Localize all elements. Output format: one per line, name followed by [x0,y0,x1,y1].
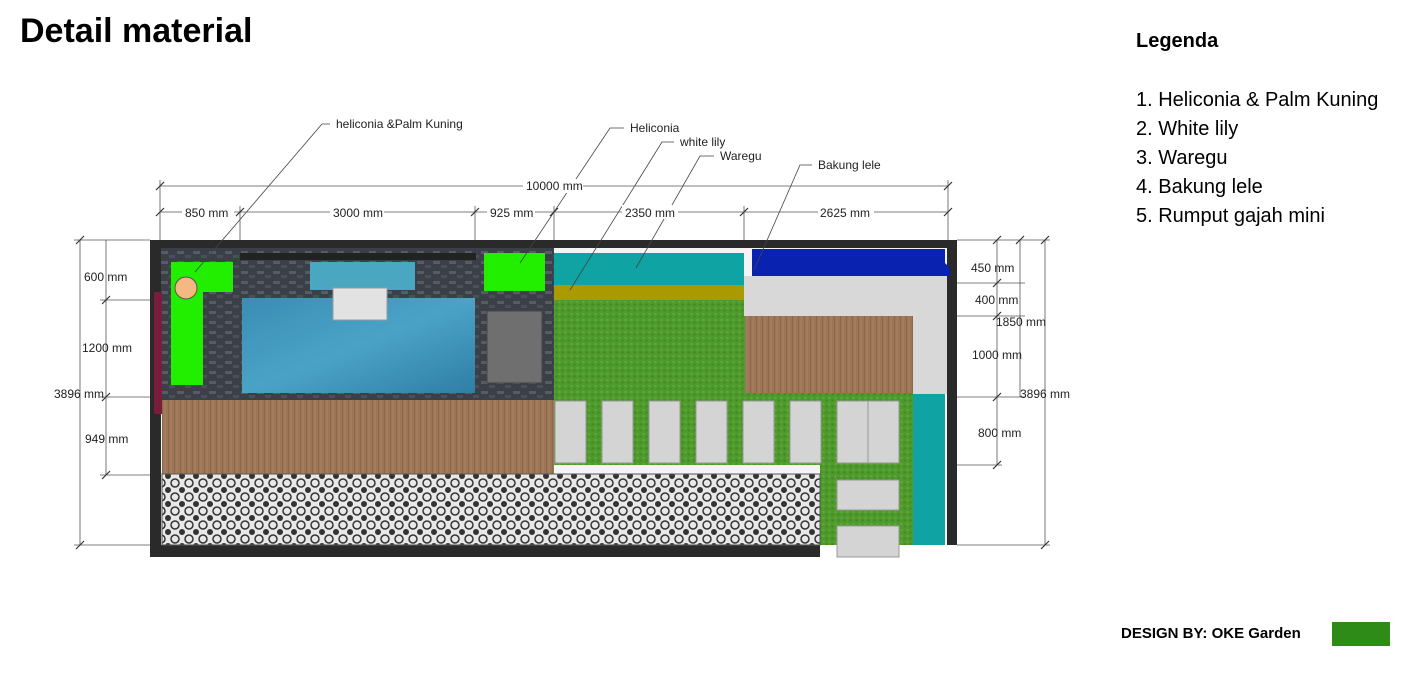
callout-bakung-lele: Bakung lele [818,158,881,172]
stepping-stone [836,479,900,511]
dim-right-1850: 1850 mm [996,315,1046,329]
site-wall-bottom [150,545,820,557]
pond-upper [310,262,415,290]
dim-top-925: 925 mm [490,206,533,220]
heliconia-planter-right [484,253,545,291]
white-lily-bed [554,253,744,285]
dim-top-3000: 3000 mm [333,206,383,220]
callout-heliconia: Heliconia [630,121,680,135]
garden-plan-drawing: heliconia &Palm Kuning Heliconia white l… [54,117,1070,558]
stepping-stone [601,400,634,464]
stone-paving-top [744,276,947,316]
stepping-stone [836,400,869,464]
pond-steps [332,287,388,321]
stone-paving-side [913,316,947,394]
dim-top-850: 850 mm [185,206,228,220]
dim-left-1200: 1200 mm [82,341,132,355]
wood-deck-right [745,316,913,393]
dim-left-949: 949 mm [85,432,128,446]
palm-kuning-marker [174,276,198,300]
stepping-stone [789,400,822,464]
dim-left-3896: 3896 mm [54,387,104,401]
dim-right-450: 450 mm [971,261,1014,275]
waregu-strip [554,285,744,300]
dim-right-3896: 3896 mm [1020,387,1070,401]
stepping-stone [742,400,775,464]
callout-white-lily: white lily [679,135,725,149]
stepping-stone [695,400,728,464]
pond-top-coping [240,253,476,260]
stepping-stone [554,400,587,464]
callout-heliconia-palm: heliconia &Palm Kuning [336,117,463,131]
stepping-stone [648,400,681,464]
callout-waregu: Waregu [720,149,762,163]
dim-top-2625: 2625 mm [820,206,870,220]
dim-right-400: 400 mm [975,293,1018,307]
door-strip [154,292,162,414]
dim-top-2350: 2350 mm [625,206,675,220]
stepping-stone [867,400,900,464]
stepping-stone [836,525,900,558]
stone-bench [486,310,543,384]
dim-left-600: 600 mm [84,270,127,284]
bakung-lele-bed [752,249,950,276]
teal-strip-right [913,394,945,545]
patterned-tile-area [161,473,821,546]
dim-right-1000: 1000 mm [972,348,1022,362]
wood-deck-main [162,400,554,474]
dim-right-800: 800 mm [978,426,1021,440]
dim-top-total: 10000 mm [526,179,583,193]
